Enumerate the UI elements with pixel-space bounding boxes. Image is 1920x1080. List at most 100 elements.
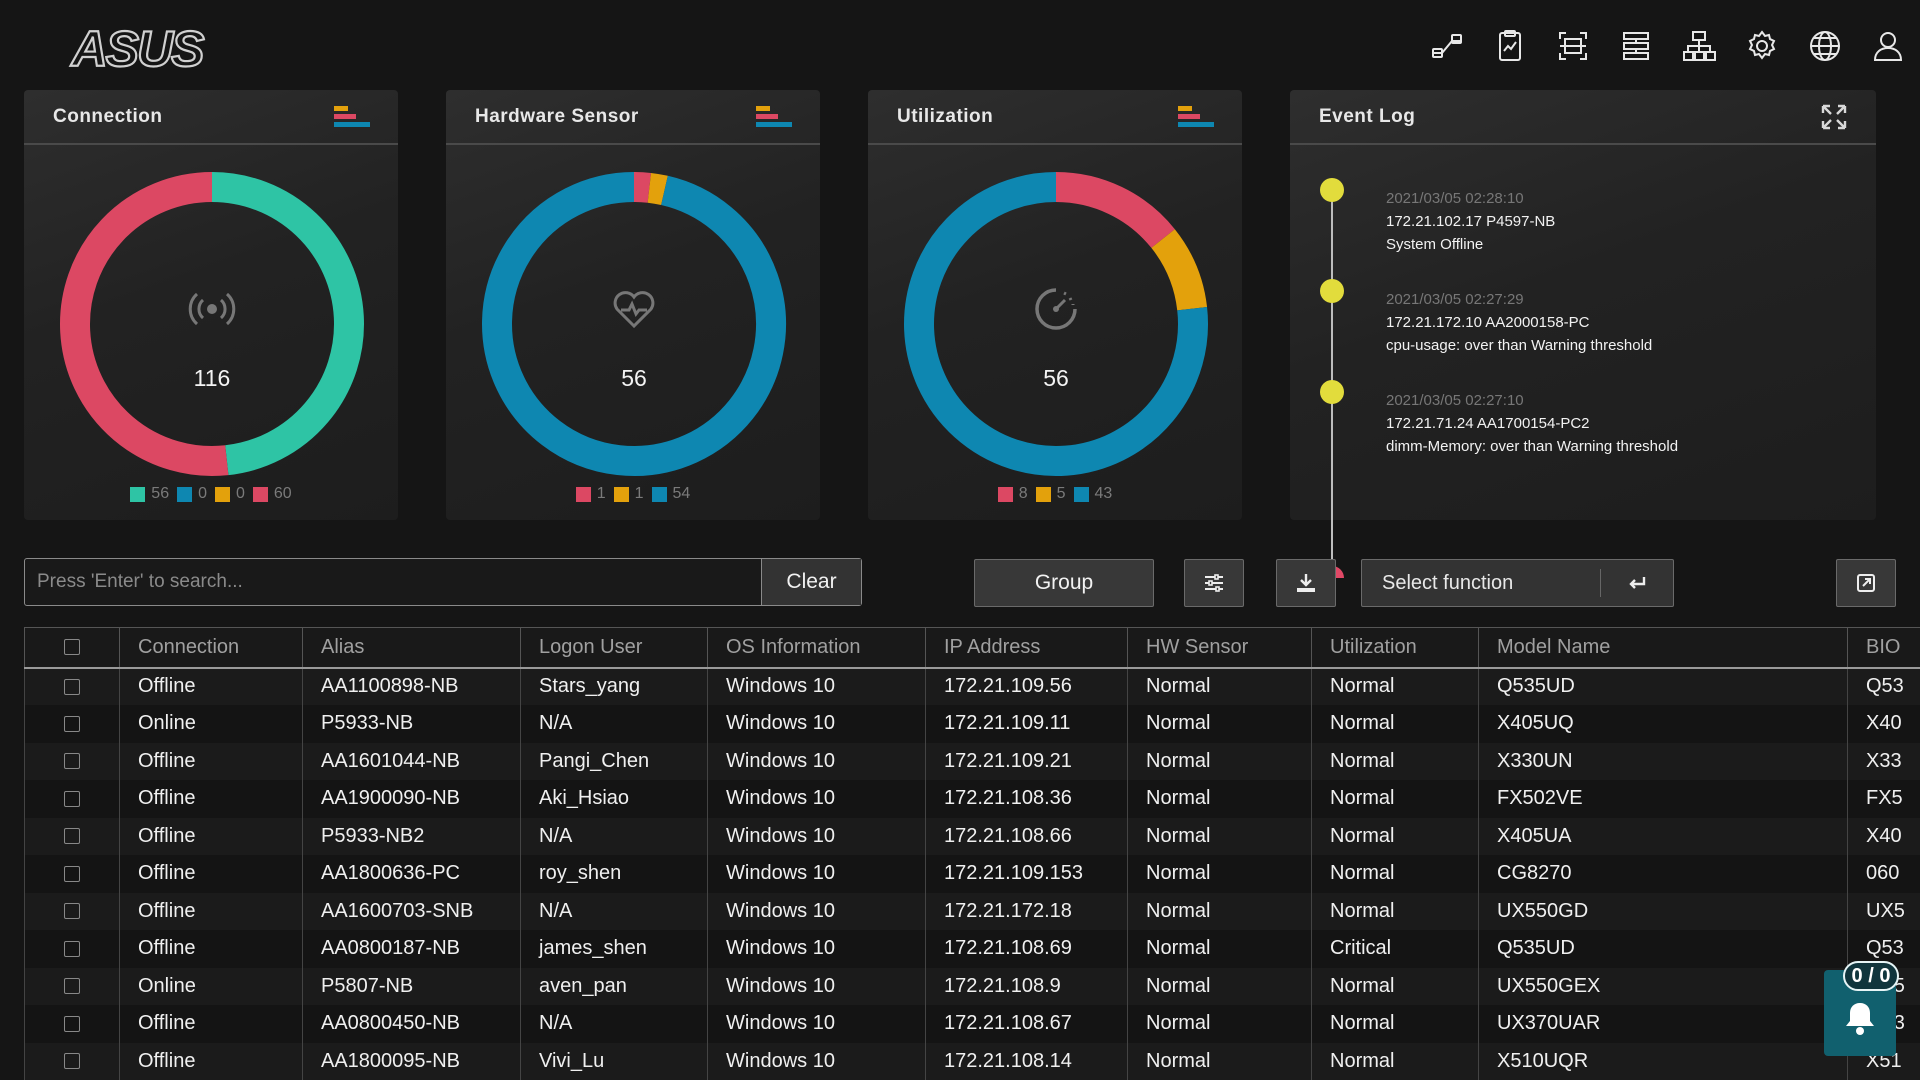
column-header-os-information[interactable]: OS Information bbox=[707, 627, 926, 669]
cell-model-name: X405UA bbox=[1478, 817, 1848, 855]
table-row[interactable]: Online P5933-NB N/A Windows 10 172.21.109.11… bbox=[24, 705, 1920, 743]
logo-text: ASUS bbox=[70, 28, 205, 72]
legend-item[interactable]: 8 bbox=[997, 485, 1028, 503]
sliders-icon bbox=[1205, 574, 1223, 592]
legend-item[interactable]: 43 bbox=[1073, 485, 1112, 503]
row-checkbox[interactable] bbox=[64, 828, 80, 845]
row-checkbox[interactable] bbox=[64, 715, 80, 732]
donut-segment[interactable] bbox=[647, 172, 668, 206]
column-header-bios[interactable]: BIO bbox=[1847, 627, 1920, 669]
row-checkbox[interactable] bbox=[64, 978, 80, 995]
stacked-bars-icon[interactable] bbox=[332, 104, 370, 130]
cell-ip-address: 172.21.108.14 bbox=[925, 1042, 1128, 1080]
cell-model-name: X330UN bbox=[1478, 742, 1848, 780]
column-header-logon-user[interactable]: Logon User bbox=[520, 627, 708, 669]
download-button[interactable] bbox=[1276, 559, 1336, 607]
table-row[interactable]: Offline AA1800636-PC roy_shen Windows 10 172… bbox=[24, 855, 1920, 893]
table-row[interactable]: Offline AA1601044-NB Pangi_Chen Windows 10 1… bbox=[24, 742, 1920, 780]
table-row[interactable]: Offline AA1100898-NB Stars_yang Windows 10 1… bbox=[24, 667, 1920, 705]
row-checkbox-cell bbox=[24, 705, 120, 743]
server-list-icon[interactable] bbox=[1618, 28, 1654, 64]
row-checkbox[interactable] bbox=[64, 753, 80, 770]
column-header-hw-sensor[interactable]: HW Sensor bbox=[1127, 627, 1312, 669]
filter-settings-button[interactable] bbox=[1184, 559, 1244, 607]
row-checkbox[interactable] bbox=[64, 678, 80, 695]
legend-item[interactable]: 5 bbox=[1035, 485, 1066, 503]
table-row[interactable]: Offline P5933-NB2 N/A Windows 10 172.21.108.… bbox=[24, 817, 1920, 855]
row-checkbox-cell bbox=[24, 967, 120, 1005]
column-header-alias[interactable]: Alias bbox=[302, 627, 521, 669]
donut-segment[interactable] bbox=[633, 172, 652, 203]
event-log-widget: Event Log 2021/03/05 02:28:10 172.21.102… bbox=[1290, 90, 1876, 578]
group-button[interactable]: Group bbox=[974, 559, 1154, 607]
row-checkbox[interactable] bbox=[64, 1015, 80, 1032]
event-source: 172.21.172.10 AA2000158-PC bbox=[1386, 314, 1590, 331]
table-row[interactable]: Online P5807-NB aven_pan Windows 10 172.21.1… bbox=[24, 967, 1920, 1005]
cell-alias: AA0800450-NB bbox=[302, 1005, 521, 1043]
globe-icon[interactable] bbox=[1807, 28, 1843, 64]
clear-button[interactable]: Clear bbox=[761, 559, 861, 605]
cell-os-information: Windows 10 bbox=[707, 1005, 926, 1043]
legend-item[interactable]: 0 bbox=[215, 485, 245, 503]
cell-connection: Offline bbox=[119, 742, 303, 780]
event-dot bbox=[1320, 380, 1344, 404]
column-header-utilization[interactable]: Utilization bbox=[1311, 627, 1479, 669]
cell-utilization: Normal bbox=[1311, 817, 1479, 855]
legend-item[interactable]: 0 bbox=[177, 485, 207, 503]
search-input[interactable] bbox=[25, 559, 761, 605]
cell-connection: Offline bbox=[119, 817, 303, 855]
notification-button[interactable]: 0 / 0 bbox=[1824, 961, 1899, 1056]
cell-os-information: Windows 10 bbox=[707, 705, 926, 743]
settings-gear-icon[interactable] bbox=[1744, 28, 1780, 64]
scan-icon[interactable] bbox=[1555, 28, 1591, 64]
row-checkbox[interactable] bbox=[64, 1053, 80, 1070]
cell-utilization: Normal bbox=[1311, 1005, 1479, 1043]
cell-connection: Offline bbox=[119, 855, 303, 893]
legend-value: 60 bbox=[273, 485, 292, 502]
legend-value: 8 bbox=[1018, 485, 1028, 502]
legend-swatch bbox=[252, 486, 268, 502]
donut-segment[interactable] bbox=[1055, 172, 1175, 249]
connect-icon[interactable] bbox=[1429, 28, 1465, 64]
legend-swatch bbox=[1035, 486, 1051, 502]
table-row[interactable]: Offline AA0800450-NB N/A Windows 10 172.21.1… bbox=[24, 1005, 1920, 1043]
legend-item[interactable]: 1 bbox=[575, 485, 606, 503]
cell-connection: Offline bbox=[119, 780, 303, 818]
cell-ip-address: 172.21.109.21 bbox=[925, 742, 1128, 780]
user-icon[interactable] bbox=[1870, 28, 1906, 64]
cell-hw-sensor: Normal bbox=[1127, 1042, 1312, 1080]
utilization-widget: Utilization 56 8 5 43 bbox=[868, 90, 1242, 520]
select-function-dropdown[interactable]: Select function bbox=[1361, 559, 1674, 607]
enter-icon[interactable] bbox=[1601, 571, 1673, 595]
legend-item[interactable]: 1 bbox=[613, 485, 644, 503]
legend-swatch bbox=[575, 486, 591, 502]
row-checkbox[interactable] bbox=[64, 790, 80, 807]
row-checkbox[interactable] bbox=[64, 940, 80, 957]
select-all-checkbox[interactable] bbox=[64, 639, 80, 656]
column-header-model-name[interactable]: Model Name bbox=[1478, 627, 1848, 669]
legend-item[interactable]: 54 bbox=[651, 485, 690, 503]
table-header-row: Connection Alias Logon User OS Informati… bbox=[24, 627, 1920, 669]
cell-alias: AA1601044-NB bbox=[302, 742, 521, 780]
legend-item[interactable]: 56 bbox=[130, 485, 169, 503]
column-header-ip-address[interactable]: IP Address bbox=[925, 627, 1128, 669]
cell-bios: FX5 bbox=[1847, 780, 1920, 818]
network-topology-icon[interactable] bbox=[1681, 28, 1717, 64]
donut-segment[interactable] bbox=[1151, 229, 1208, 311]
legend-swatch bbox=[177, 486, 193, 502]
open-external-button[interactable] bbox=[1836, 559, 1896, 607]
table-row[interactable]: Offline AA1900090-NB Aki_Hsiao Windows 10 17… bbox=[24, 780, 1920, 818]
stacked-bars-icon[interactable] bbox=[754, 104, 792, 130]
table-row[interactable]: Offline AA1800095-NB Vivi_Lu Windows 10 172.… bbox=[24, 1042, 1920, 1080]
table-row[interactable]: Offline AA0800187-NB james_shen Windows 10 1… bbox=[24, 930, 1920, 968]
expand-icon[interactable] bbox=[1820, 103, 1848, 131]
cell-model-name: X510UQR bbox=[1478, 1042, 1848, 1080]
report-icon[interactable] bbox=[1492, 28, 1528, 64]
legend-item[interactable]: 60 bbox=[252, 485, 292, 503]
table-row[interactable]: Offline AA1600703-SNB N/A Windows 10 172.21.… bbox=[24, 892, 1920, 930]
row-checkbox[interactable] bbox=[64, 865, 80, 882]
cell-hw-sensor: Normal bbox=[1127, 780, 1312, 818]
column-header-connection[interactable]: Connection bbox=[119, 627, 303, 669]
row-checkbox[interactable] bbox=[64, 903, 80, 920]
stacked-bars-icon[interactable] bbox=[1176, 104, 1214, 130]
